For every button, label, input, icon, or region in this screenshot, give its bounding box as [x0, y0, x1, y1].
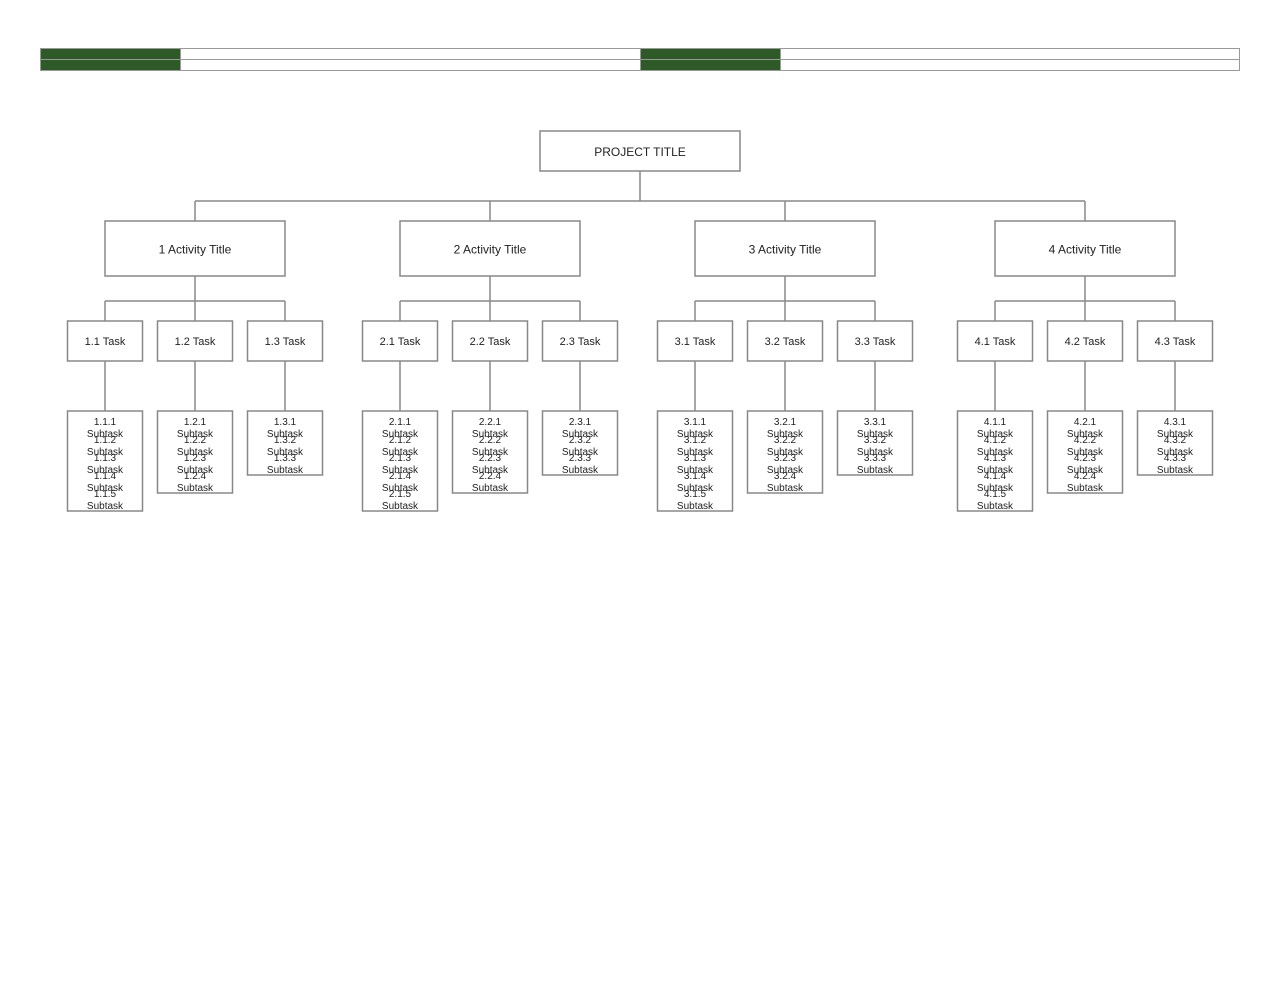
svg-text:2.1.1: 2.1.1 [389, 417, 412, 428]
svg-text:3.3.1: 3.3.1 [864, 417, 887, 428]
svg-text:1.2.4: 1.2.4 [184, 471, 207, 482]
svg-text:2.2.3: 2.2.3 [479, 453, 502, 464]
project-manager-label [41, 60, 181, 71]
svg-text:3.1.1: 3.1.1 [684, 417, 707, 428]
svg-text:3.1.2: 3.1.2 [684, 435, 707, 446]
svg-text:2 Activity Title: 2 Activity Title [454, 243, 527, 257]
svg-text:2.1.5: 2.1.5 [389, 489, 412, 500]
svg-text:2.1.3: 2.1.3 [389, 453, 412, 464]
svg-text:4.3.2: 4.3.2 [1164, 435, 1187, 446]
svg-text:4.2 Task: 4.2 Task [1065, 336, 1106, 348]
svg-text:1.2.2: 1.2.2 [184, 435, 207, 446]
svg-text:4.1.5: 4.1.5 [984, 489, 1007, 500]
project-title-label [41, 49, 181, 60]
svg-text:2.2.1: 2.2.1 [479, 417, 502, 428]
svg-text:4.2.2: 4.2.2 [1074, 435, 1097, 446]
svg-text:Subtask: Subtask [382, 501, 419, 512]
svg-text:2.3 Task: 2.3 Task [560, 336, 601, 348]
svg-text:2.2 Task: 2.2 Task [470, 336, 511, 348]
svg-text:2.1.2: 2.1.2 [389, 435, 412, 446]
svg-text:1.2.3: 1.2.3 [184, 453, 207, 464]
svg-text:4.1.1: 4.1.1 [984, 417, 1007, 428]
svg-text:4.1.2: 4.1.2 [984, 435, 1007, 446]
svg-text:3.2.3: 3.2.3 [774, 453, 797, 464]
svg-text:Subtask: Subtask [562, 465, 599, 476]
svg-text:3.3.3: 3.3.3 [864, 453, 887, 464]
svg-text:3.3.2: 3.3.2 [864, 435, 887, 446]
date-value[interactable] [780, 60, 1240, 71]
svg-text:2.1 Task: 2.1 Task [380, 336, 421, 348]
svg-text:Subtask: Subtask [87, 501, 124, 512]
svg-text:3.1.5: 3.1.5 [684, 489, 707, 500]
svg-text:4.2.4: 4.2.4 [1074, 471, 1097, 482]
date-label [640, 60, 780, 71]
svg-text:1.1.2: 1.1.2 [94, 435, 117, 446]
svg-text:4.2.3: 4.2.3 [1074, 453, 1097, 464]
info-table [40, 48, 1240, 71]
project-manager-value[interactable] [181, 60, 641, 71]
svg-text:1.3.1: 1.3.1 [274, 417, 297, 428]
svg-text:1 Activity Title: 1 Activity Title [159, 243, 232, 257]
svg-text:4.3.1: 4.3.1 [1164, 417, 1187, 428]
svg-text:2.2.2: 2.2.2 [479, 435, 502, 446]
wbs-diagram: PROJECT TITLE 1 Activity Title 1.1 Task 1.1… [40, 101, 1240, 541]
svg-text:Subtask: Subtask [857, 465, 894, 476]
svg-text:3.1.4: 3.1.4 [684, 471, 707, 482]
svg-text:4.1.4: 4.1.4 [984, 471, 1007, 482]
svg-text:1.1.4: 1.1.4 [94, 471, 117, 482]
svg-text:3.1 Task: 3.1 Task [675, 336, 716, 348]
company-name-label [640, 49, 780, 60]
svg-text:Subtask: Subtask [1067, 483, 1104, 494]
svg-text:3.3 Task: 3.3 Task [855, 336, 896, 348]
svg-text:1.3.3: 1.3.3 [274, 453, 297, 464]
svg-text:Subtask: Subtask [767, 483, 804, 494]
svg-text:1.1.3: 1.1.3 [94, 453, 117, 464]
svg-text:Subtask: Subtask [267, 465, 304, 476]
svg-text:4.3 Task: 4.3 Task [1155, 336, 1196, 348]
svg-text:1.1.1: 1.1.1 [94, 417, 117, 428]
svg-text:1.3 Task: 1.3 Task [265, 336, 306, 348]
svg-text:1.2.1: 1.2.1 [184, 417, 207, 428]
svg-text:1.1.5: 1.1.5 [94, 489, 117, 500]
svg-text:Subtask: Subtask [977, 501, 1014, 512]
svg-text:4.2.1: 4.2.1 [1074, 417, 1097, 428]
svg-text:1.2 Task: 1.2 Task [175, 336, 216, 348]
svg-text:Subtask: Subtask [1157, 465, 1194, 476]
svg-text:4.1 Task: 4.1 Task [975, 336, 1016, 348]
svg-text:2.3.3: 2.3.3 [569, 453, 592, 464]
svg-text:Subtask: Subtask [677, 501, 714, 512]
svg-text:2.3.1: 2.3.1 [569, 417, 592, 428]
svg-text:1.3.2: 1.3.2 [274, 435, 297, 446]
svg-text:4.3.3: 4.3.3 [1164, 453, 1187, 464]
svg-text:PROJECT TITLE: PROJECT TITLE [594, 145, 686, 159]
svg-text:3 Activity Title: 3 Activity Title [749, 243, 822, 257]
svg-text:3.2.2: 3.2.2 [774, 435, 797, 446]
svg-text:4.1.3: 4.1.3 [984, 453, 1007, 464]
svg-text:2.2.4: 2.2.4 [479, 471, 502, 482]
company-name-value[interactable] [780, 49, 1240, 60]
svg-text:2.1.4: 2.1.4 [389, 471, 412, 482]
svg-text:1.1 Task: 1.1 Task [85, 336, 126, 348]
svg-text:Subtask: Subtask [177, 483, 214, 494]
svg-text:3.2.1: 3.2.1 [774, 417, 797, 428]
svg-text:3.2 Task: 3.2 Task [765, 336, 806, 348]
svg-text:3.2.4: 3.2.4 [774, 471, 797, 482]
svg-text:2.3.2: 2.3.2 [569, 435, 592, 446]
svg-text:3.1.3: 3.1.3 [684, 453, 707, 464]
svg-text:Subtask: Subtask [472, 483, 509, 494]
project-title-value[interactable] [181, 49, 641, 60]
svg-text:4 Activity Title: 4 Activity Title [1049, 243, 1122, 257]
